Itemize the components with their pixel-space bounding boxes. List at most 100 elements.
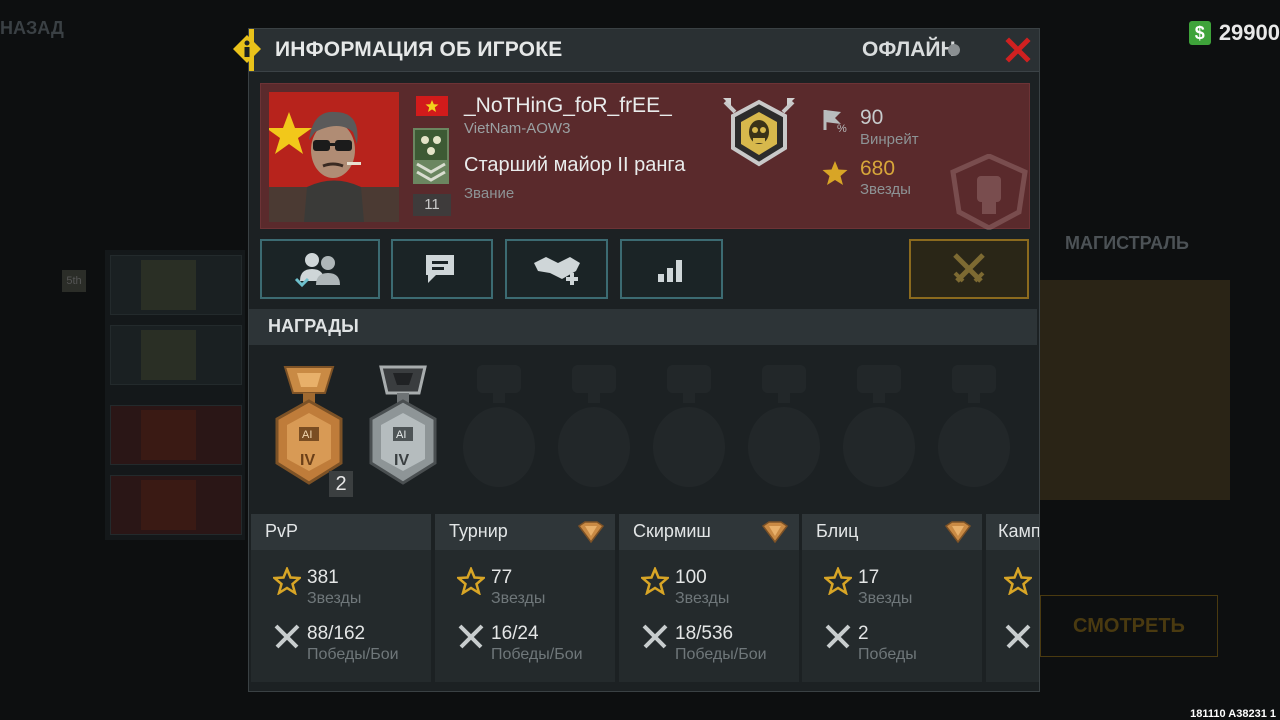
svg-text:IV: IV — [300, 452, 315, 469]
mode-panel-tournament: Турнир 77 Звезды 16/24 Победы/Бои — [435, 514, 615, 682]
star-icon — [824, 567, 852, 595]
fist-emblem-icon — [950, 154, 1028, 230]
empty-medal-slot — [938, 365, 1010, 487]
add-friend-button[interactable] — [260, 239, 380, 299]
player-name: _NoTHinG_foR_frEE_ — [464, 94, 672, 117]
list-item — [110, 475, 242, 535]
crossed-swords-icon — [642, 624, 668, 649]
mode-record-label: Победы/Бои — [307, 646, 399, 663]
svg-text:AI: AI — [302, 429, 312, 441]
mode-stars-value: 100 — [675, 567, 707, 588]
player-rank-title: Старший майор II ранга — [464, 154, 686, 176]
star-icon — [457, 567, 485, 595]
modal-header: ИНФОРМАЦИЯ ОБ ИГРОКЕ ОФЛАЙН — [249, 29, 1039, 72]
mode-stars-value: 77 — [491, 567, 513, 588]
svg-text:AI: AI — [396, 429, 406, 441]
status-dot-icon — [948, 44, 960, 56]
mode-stars-value: 381 — [307, 567, 339, 588]
star-icon — [1004, 567, 1032, 595]
winrate-label: Винрейт — [860, 131, 919, 148]
rank-level: 11 — [413, 194, 451, 216]
svg-text:IV: IV — [394, 452, 409, 469]
info-icon — [233, 35, 261, 63]
star-icon — [273, 567, 301, 595]
medal-count-badge: 2 — [329, 471, 353, 497]
bar-chart-icon — [657, 260, 682, 282]
map-preview — [1040, 280, 1230, 500]
mode-record-value: 2 — [858, 623, 869, 644]
crossed-swords-icon — [1005, 624, 1031, 649]
star-icon — [822, 161, 848, 185]
mode-title: Скирмиш — [633, 521, 711, 541]
modal-title: ИНФОРМАЦИЯ ОБ ИГРОКЕ — [275, 38, 563, 61]
player-info-modal: ИНФОРМАЦИЯ ОБ ИГРОКЕ ОФЛАЙН 11 _NoTHinG_… — [248, 28, 1040, 692]
league-badge-icon — [944, 521, 972, 544]
country-flag-icon — [416, 96, 448, 116]
mode-stars-label: Звезды — [675, 590, 730, 607]
mode-title: Блиц — [816, 521, 859, 541]
empty-medal-slot — [653, 365, 725, 487]
mode-title: Камп — [998, 521, 1040, 541]
map-title: МАГИСТРАЛЬ — [1065, 233, 1189, 253]
message-button[interactable] — [391, 239, 493, 299]
friends-icon — [294, 253, 340, 288]
crossed-swords-icon — [458, 624, 484, 649]
alliance-button[interactable] — [505, 239, 608, 299]
challenge-button[interactable] — [909, 239, 1029, 299]
online-status: ОФЛАЙН — [862, 38, 956, 61]
rank-insignia-icon — [413, 128, 449, 184]
mode-record-label: Победы/Бои — [491, 646, 583, 663]
mode-stars-label: Звезды — [307, 590, 362, 607]
league-badge-icon — [761, 521, 789, 544]
mode-record-value: 16/24 — [491, 623, 539, 644]
mode-record-value: 88/162 — [307, 623, 366, 644]
stars-value: 680 — [860, 157, 896, 180]
mode-title: Турнир — [449, 521, 508, 541]
mode-record-label: Победы — [858, 646, 917, 663]
player-card: 11 _NoTHinG_foR_frEE_ VietNam-AOW3 Старш… — [260, 83, 1030, 230]
player-avatar — [269, 92, 399, 222]
money-amount: 29900 — [1218, 20, 1280, 45]
league-badge-icon — [577, 521, 605, 544]
money-display: $ 29900 — [1188, 20, 1280, 46]
mode-panel-campaign: Камп — [986, 514, 1040, 682]
rank-caption: Звание — [464, 185, 515, 202]
handshake-icon — [533, 257, 580, 285]
star-icon — [641, 567, 669, 595]
mode-stars-label: Звезды — [858, 590, 913, 607]
cash-icon: $ — [1188, 21, 1211, 45]
winrate-value: 90 — [860, 106, 884, 129]
awards-header: НАГРАДЫ — [249, 309, 1037, 345]
mode-record-value: 18/536 — [675, 623, 734, 644]
svg-text:%: % — [837, 123, 847, 134]
empty-medal-slot — [748, 365, 820, 487]
crossed-swords-icon — [274, 624, 300, 649]
mode-record-label: Победы/Бои — [675, 646, 767, 663]
winrate-icon: % — [823, 110, 847, 134]
back-label[interactable]: НАЗАД — [0, 18, 64, 39]
stars-label: Звезды — [860, 181, 911, 198]
list-item — [110, 255, 242, 315]
crossed-swords-icon — [825, 624, 851, 649]
statistics-button[interactable] — [620, 239, 723, 299]
awards-title: НАГРАДЫ — [268, 316, 359, 336]
mode-title: PvP — [265, 521, 299, 541]
chat-icon — [426, 255, 454, 283]
list-item — [110, 325, 242, 385]
empty-medal-slot — [558, 365, 630, 487]
crossed-swords-icon — [953, 253, 985, 283]
mode-panel-blitz: Блиц 17 Звезды 2 Победы — [802, 514, 982, 682]
watch-button[interactable]: СМОТРЕТЬ — [1040, 595, 1218, 657]
empty-medal-slot — [463, 365, 535, 487]
player-clan: VietNam-AOW3 — [464, 120, 571, 137]
build-id: 181110 A38231 1 — [1190, 708, 1276, 720]
mode-panel-pvp: PvP 381 Звезды 88/162 Победы/Бои — [251, 514, 431, 682]
list-item — [110, 405, 242, 465]
mode-panel-skirmish: Скирмиш 100 Звезды 18/536 Победы/Бои — [619, 514, 799, 682]
mode-stars-value: 17 — [858, 567, 880, 588]
league-emblem-icon — [723, 98, 795, 167]
mode-stars-label: Звезды — [491, 590, 546, 607]
list-tag: 5th — [62, 270, 86, 292]
close-icon[interactable] — [1004, 36, 1032, 64]
silver-medal-icon[interactable]: AI IV — [363, 363, 443, 493]
